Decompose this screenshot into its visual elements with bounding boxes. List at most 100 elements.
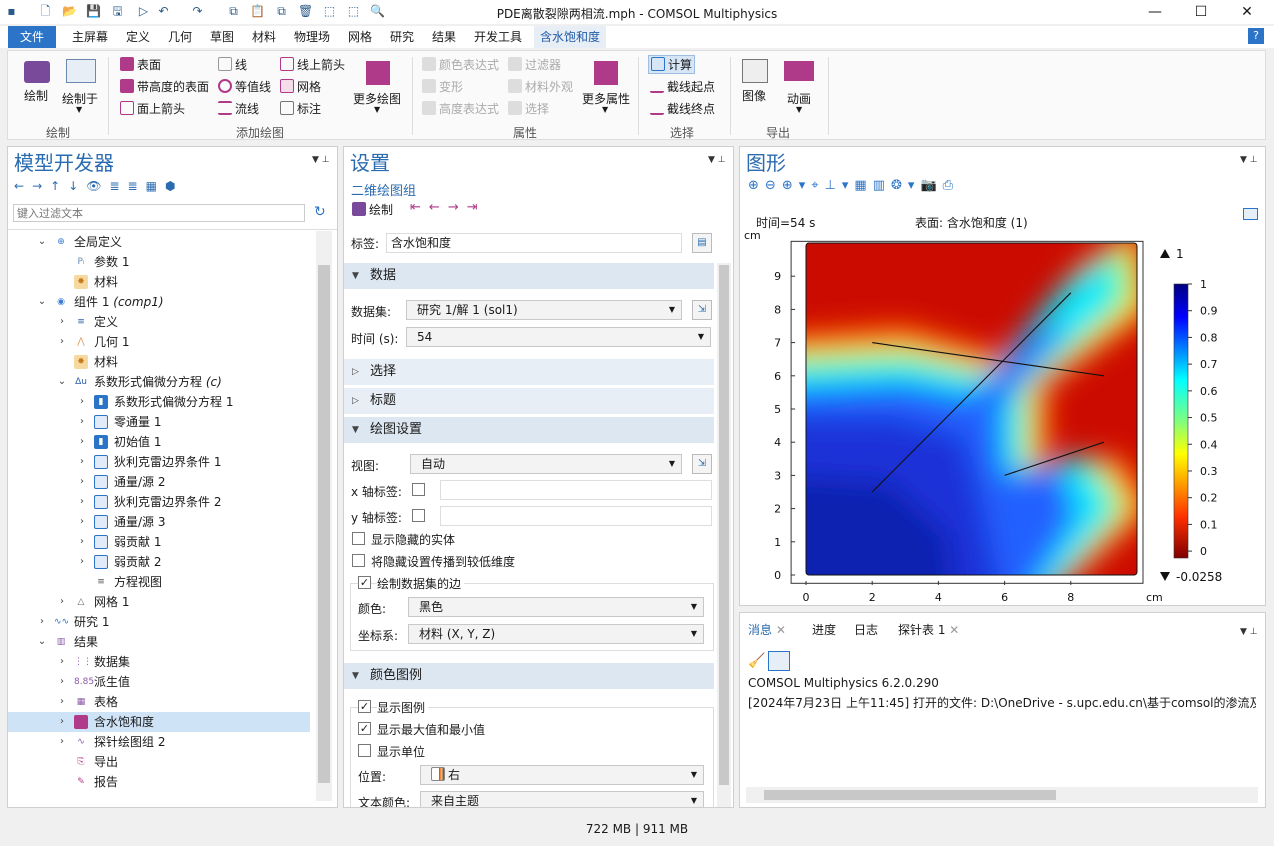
menu-developer[interactable]: 开发工具 xyxy=(468,26,528,48)
chevron-down-icon[interactable]: ▼ xyxy=(602,105,608,114)
expand-chevron-icon[interactable]: › xyxy=(56,652,68,672)
expand-chevron-icon[interactable]: › xyxy=(56,732,68,752)
time-select[interactable]: 54 ▼ xyxy=(406,327,711,347)
tree-item[interactable]: ⌄ ▥ 结果 xyxy=(8,632,310,652)
view-options-icon[interactable]: ▦ xyxy=(146,179,165,193)
collapse-chevron-icon[interactable]: ⌄ xyxy=(36,292,48,312)
show-hidden-checkbox[interactable] xyxy=(352,532,365,545)
plot-button[interactable]: 绘制 xyxy=(24,87,48,104)
last-frame-icon[interactable]: ⇥ xyxy=(467,200,486,215)
expand-chevron-icon[interactable]: › xyxy=(76,432,88,452)
surface-arrow-button[interactable]: 面上箭头 xyxy=(120,100,185,117)
tree-item[interactable]: › ⋀ 几何 1 xyxy=(8,332,310,352)
tree-item[interactable]: ⌄ ⊕ 全局定义 xyxy=(8,232,310,252)
messages-hscrollbar[interactable] xyxy=(746,787,1258,803)
back-arrow-icon[interactable]: ← xyxy=(14,179,32,193)
plot-edges-checkbox[interactable]: ✓ xyxy=(358,576,371,589)
tree-item[interactable]: › 含水饱和度 xyxy=(8,712,310,732)
show-legend-checkbox[interactable]: ✓ xyxy=(358,700,371,713)
xlabel-checkbox[interactable] xyxy=(412,483,425,496)
label-field[interactable]: 含水饱和度 xyxy=(386,233,682,253)
scene-light-icon[interactable]: ❂▾ xyxy=(891,178,920,193)
axis-toggle-icon[interactable]: ▥ xyxy=(873,178,891,193)
menu-geometry[interactable]: 几何 xyxy=(162,26,198,48)
tree-item[interactable]: Pᵢ 参数 1 xyxy=(8,252,310,272)
expand-chevron-icon[interactable]: › xyxy=(76,552,88,572)
zoom-extents-icon[interactable]: ⌖ xyxy=(811,178,824,193)
expand-icon[interactable]: ≣ xyxy=(109,179,127,193)
move-up-icon[interactable]: ↑ xyxy=(50,179,68,193)
menu-materials[interactable]: 材料 xyxy=(246,26,282,48)
tab-log[interactable]: 日志 xyxy=(850,619,882,641)
pin-icon[interactable]: ▼ ⊥ xyxy=(708,155,726,165)
collapse-icon[interactable]: ≣ xyxy=(128,179,146,193)
menu-file[interactable]: 文件 xyxy=(8,26,56,48)
compute-button[interactable]: 计算 xyxy=(648,55,696,74)
color-expression-button[interactable]: 颜色表达式 xyxy=(422,56,499,73)
zoom-box-icon[interactable]: ⊕▾ xyxy=(782,178,811,193)
show-units-checkbox[interactable] xyxy=(358,744,371,757)
section-selection[interactable]: ▷ 选择 xyxy=(344,359,714,385)
expand-chevron-icon[interactable]: › xyxy=(76,392,88,412)
wrap-text-icon[interactable] xyxy=(768,651,790,671)
annotation-button[interactable]: 标注 xyxy=(280,100,321,117)
refresh-icon[interactable]: ↻ xyxy=(314,204,326,220)
tree-item[interactable]: › △ 网格 1 xyxy=(8,592,310,612)
line-button[interactable]: 线 xyxy=(218,56,247,73)
expand-chevron-icon[interactable]: › xyxy=(76,492,88,512)
edge-color-select[interactable]: 黑色 ▼ xyxy=(408,597,704,617)
collapse-chevron-icon[interactable]: ⌄ xyxy=(36,632,48,652)
next-frame-icon[interactable]: → xyxy=(448,200,467,215)
dataset-select[interactable]: 研究 1/解 1 (sol1) ▼ xyxy=(406,300,682,320)
first-frame-icon[interactable]: ⇤ xyxy=(410,200,429,215)
close-icon[interactable]: ✕ xyxy=(776,623,786,637)
filter-input[interactable] xyxy=(13,204,305,222)
tree-item[interactable]: › ≡ 定义 xyxy=(8,312,310,332)
menu-results[interactable]: 结果 xyxy=(426,26,462,48)
material-appearance-button[interactable]: 材料外观 xyxy=(508,78,573,95)
settings-scrollbar-thumb[interactable] xyxy=(719,265,729,785)
tree-item[interactable]: › 狄利克雷边界条件 1 xyxy=(8,452,310,472)
propagate-hidden-checkbox[interactable] xyxy=(352,554,365,567)
pin-icon[interactable]: ▼ ⊥ xyxy=(312,155,330,165)
tree-item[interactable]: › 弱贡献 1 xyxy=(8,532,310,552)
camera-icon[interactable]: 📷 xyxy=(920,178,942,193)
deformation-button[interactable]: 变形 xyxy=(422,78,463,95)
pin-icon[interactable]: ▼ ⊥ xyxy=(1240,155,1258,165)
dataset-goto-icon[interactable]: ⇲ xyxy=(692,300,712,320)
expand-chevron-icon[interactable]: › xyxy=(76,412,88,432)
clear-broom-icon[interactable]: 🧹 xyxy=(748,653,765,669)
view-goto-icon[interactable]: ⇲ xyxy=(692,454,712,474)
expand-chevron-icon[interactable]: › xyxy=(56,592,68,612)
textcolor-select[interactable]: 来自主题 ▼ xyxy=(420,791,704,807)
tree-item[interactable]: › 弱贡献 2 xyxy=(8,552,310,572)
tree-scrollbar[interactable] xyxy=(316,231,332,801)
expand-chevron-icon[interactable]: › xyxy=(36,612,48,632)
pin-icon[interactable]: ▼ ⊥ xyxy=(1240,627,1258,637)
tree-item[interactable]: › ∿∿ 研究 1 xyxy=(8,612,310,632)
filter-button[interactable]: 过滤器 xyxy=(508,56,561,73)
close-icon[interactable]: ✕ xyxy=(949,623,959,637)
chevron-down-icon[interactable]: ▼ xyxy=(796,105,802,114)
collapse-chevron-icon[interactable]: ⌄ xyxy=(56,372,68,392)
height-expression-button[interactable]: 高度表达式 xyxy=(422,100,499,117)
menu-definitions[interactable]: 定义 xyxy=(120,26,156,48)
zoom-in-icon[interactable]: ⊕ xyxy=(748,178,765,193)
section-title[interactable]: ▷ 标题 xyxy=(344,388,714,414)
selection-button[interactable]: 选择 xyxy=(508,100,549,117)
grid-toggle-icon[interactable]: ▦ xyxy=(854,178,872,193)
legend-toggle-icon[interactable] xyxy=(1243,208,1258,220)
menu-home[interactable]: 主屏幕 xyxy=(66,26,114,48)
maximize-button[interactable]: ☐ xyxy=(1190,2,1212,22)
menu-physics[interactable]: 物理场 xyxy=(288,26,336,48)
previous-frame-icon[interactable]: ← xyxy=(429,200,448,215)
chevron-down-icon[interactable]: ▼ xyxy=(76,105,82,114)
messages-hscrollbar-thumb[interactable] xyxy=(764,790,1056,800)
section-data[interactable]: ▼ 数据 xyxy=(344,263,714,289)
tree-item[interactable]: ✎ 报告 xyxy=(8,772,310,792)
cutline-start-button[interactable]: 截线起点 xyxy=(650,78,715,95)
xlabel-input[interactable] xyxy=(440,480,712,500)
settings-scrollbar[interactable] xyxy=(717,263,731,807)
expand-chevron-icon[interactable]: › xyxy=(56,332,68,352)
position-select[interactable]: 右 ▼ xyxy=(420,765,704,785)
